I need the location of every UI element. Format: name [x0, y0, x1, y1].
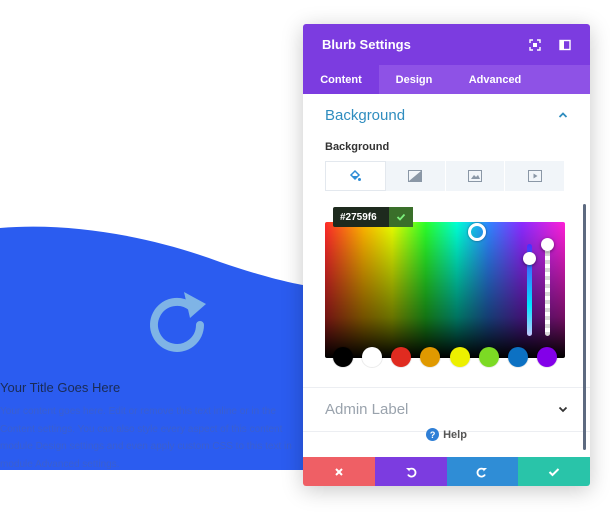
background-field-label: Background: [325, 141, 390, 153]
swatch-green[interactable]: [478, 347, 499, 367]
help-label: Help: [443, 428, 467, 441]
bg-type-gradient[interactable]: [385, 161, 446, 191]
modal-title: Blurb Settings: [322, 37, 411, 52]
chevron-down-icon: [558, 406, 568, 413]
blurb-body-line: module Advanced settings.: [0, 458, 120, 470]
tab-content[interactable]: Content: [303, 65, 379, 94]
expand-icon[interactable]: [529, 38, 541, 51]
swatch-orange[interactable]: [420, 347, 441, 367]
bg-type-color[interactable]: [325, 161, 386, 191]
settings-tabs: Content Design Advanced: [303, 65, 590, 94]
help-link[interactable]: ? Help: [303, 428, 590, 441]
gradient-icon: [408, 170, 423, 182]
modal-header[interactable]: Blurb Settings: [303, 24, 590, 65]
bg-type-image[interactable]: [445, 161, 506, 191]
admin-label-section-toggle[interactable]: Admin Label: [303, 389, 590, 429]
image-icon: [467, 170, 482, 182]
hue-slider-knob[interactable]: [523, 252, 536, 265]
color-picker: [325, 222, 565, 358]
settings-scroll-area: Background Background Admin Label: [303, 94, 590, 457]
blurb-body[interactable]: Your content goes here. Edit or remove t…: [0, 403, 300, 473]
help-icon: ?: [426, 428, 440, 441]
swatch-blue[interactable]: [507, 347, 528, 367]
color-picker-handle[interactable]: [468, 223, 486, 241]
modal-footer: [303, 457, 590, 486]
undo-icon: [405, 467, 417, 477]
tab-advanced[interactable]: Advanced: [449, 65, 541, 94]
swatch-yellow[interactable]: [449, 347, 470, 367]
divider: [303, 387, 590, 388]
check-icon: [396, 213, 406, 221]
opacity-slider-knob[interactable]: [541, 238, 554, 251]
swatch-white[interactable]: [362, 347, 383, 367]
opacity-slider[interactable]: [545, 244, 550, 336]
admin-label-title: Admin Label: [325, 400, 409, 418]
redo-button[interactable]: [446, 457, 519, 486]
check-icon: [548, 467, 560, 476]
blurb-title[interactable]: Your Title Goes Here: [0, 380, 120, 395]
background-type-tabs: [325, 161, 565, 191]
blurb-body-line: Content settings. You can also style eve…: [0, 423, 283, 435]
scrollbar[interactable]: [583, 204, 586, 450]
undo-button[interactable]: [374, 457, 447, 486]
hex-input-box: #2759f6: [333, 207, 413, 227]
blurb-body-line: Your content goes here. Edit or remove t…: [0, 406, 276, 417]
discard-button[interactable]: [303, 457, 375, 486]
swatch-black[interactable]: [333, 347, 353, 367]
redo-icon: [476, 467, 488, 477]
blurb-settings-modal: Blurb Settings Content Design Advanced B…: [303, 24, 590, 486]
background-section-title: Background: [325, 106, 406, 124]
tab-design[interactable]: Design: [379, 65, 449, 94]
chevron-up-icon: [558, 112, 568, 118]
close-icon: [335, 467, 343, 476]
refresh-icon: [150, 292, 206, 352]
bg-type-video[interactable]: [505, 161, 565, 191]
background-section-toggle[interactable]: Background: [303, 96, 590, 134]
swatch-purple[interactable]: [536, 347, 557, 367]
sidebar-toggle-icon[interactable]: [559, 39, 571, 51]
save-button[interactable]: [518, 457, 590, 486]
color-fill-icon: [350, 169, 362, 181]
hex-confirm-button[interactable]: [389, 207, 413, 227]
color-swatches: [325, 347, 565, 367]
swatch-red[interactable]: [391, 347, 412, 367]
hex-color-input[interactable]: #2759f6: [333, 212, 389, 223]
blurb-body-line: module Design settings and even apply cu…: [0, 441, 292, 452]
video-icon: [527, 170, 542, 182]
